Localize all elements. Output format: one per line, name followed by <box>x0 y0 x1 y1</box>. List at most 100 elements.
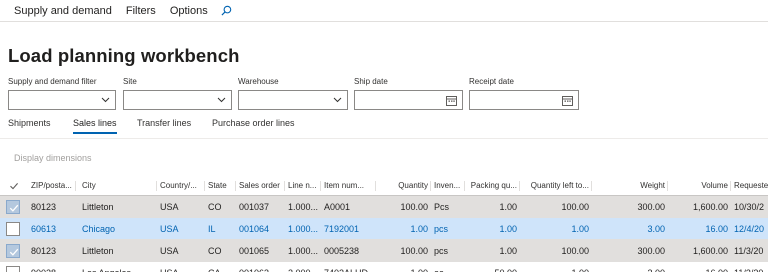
row-checkbox[interactable] <box>6 266 20 272</box>
tab-label: Transfer lines <box>137 118 192 128</box>
cell-inven: ea <box>431 262 465 272</box>
sales-lines-grid: ZIP/posta... City Country/... State Sales or… <box>0 176 768 272</box>
cell-quantity: 100.00 <box>400 202 428 212</box>
filter-label: Receipt date <box>469 77 514 86</box>
cell-quantity-left-to: 100.00 <box>561 246 589 256</box>
select-all-checkmark-icon[interactable] <box>0 176 28 196</box>
filter-label: Supply and demand filter <box>8 77 97 86</box>
cell-city: Los Angeles <box>79 262 157 272</box>
calendar-icon[interactable] <box>562 95 573 106</box>
cell-quantity-left-to: 100.00 <box>561 202 589 212</box>
row-checkbox[interactable] <box>6 222 20 236</box>
tab-transfer-lines[interactable]: Transfer lines <box>137 118 191 128</box>
menu-options[interactable]: Options <box>170 5 208 17</box>
calendar-icon[interactable] <box>446 95 457 106</box>
cell-weight: 300.00 <box>637 246 665 256</box>
warehouse-dropdown[interactable] <box>238 90 348 110</box>
display-dimensions-button[interactable]: Display dimensions <box>14 153 92 163</box>
cell-quantity-left-to: 1.00 <box>571 224 589 234</box>
table-row[interactable]: 80123 Littleton USA CO 001065 1.000... 0005238… <box>0 240 768 262</box>
cell-volume: 16.00 <box>668 262 731 272</box>
cell-volume: 16.00 <box>705 224 728 234</box>
cell-weight: 3.00 <box>647 224 665 234</box>
tab-shipments[interactable]: Shipments <box>8 118 51 128</box>
column-header-14[interactable]: Requeste <box>731 176 768 196</box>
column-header-12[interactable]: Weight <box>592 176 668 196</box>
column-header-label: Quantity left to... <box>530 181 589 190</box>
column-header-label: Weight <box>640 181 665 190</box>
column-header-5[interactable]: Sales order <box>236 176 285 196</box>
cell-packing-qu: 1.00 <box>499 224 517 234</box>
cell-sales-order: 001064 <box>239 224 270 234</box>
menu-filters[interactable]: Filters <box>126 5 156 17</box>
filter-supply-and-demand: Supply and demand filter <box>8 76 116 110</box>
cell-country: USA <box>157 262 205 272</box>
checkmark-icon <box>9 248 19 256</box>
cell-sales-order: 001063 <box>236 262 285 272</box>
tab-label: Purchase order lines <box>212 118 295 128</box>
column-header-10[interactable]: Packing qu... <box>465 176 520 196</box>
filter-warehouse: Warehouse <box>238 76 348 110</box>
tab-label: Shipments <box>8 118 51 128</box>
cell-line-n: 1.000... <box>288 224 319 234</box>
column-header-11[interactable]: Quantity left to... <box>520 176 592 196</box>
tab-label: Sales lines <box>73 118 117 128</box>
cell-sales-order: 001037 <box>239 202 270 212</box>
cell-inven: pcs <box>434 224 449 234</box>
column-header-3[interactable]: Country/... <box>157 176 205 196</box>
table-row[interactable]: 80123 Littleton USA CO 001037 1.000... A0001 10… <box>0 196 768 218</box>
cell-city: Littleton <box>82 246 114 256</box>
row-checkbox[interactable] <box>6 244 20 258</box>
grid-header-row: ZIP/posta... City Country/... State Sales or… <box>0 176 768 196</box>
chevron-down-icon <box>101 97 110 103</box>
cell-inven: pcs <box>434 246 449 256</box>
cell-country: USA <box>160 224 179 234</box>
column-header-7[interactable]: Item num... <box>321 176 376 196</box>
cell-weight: 3.00 <box>592 262 668 272</box>
column-header-label: Requeste <box>734 181 768 190</box>
column-header-4[interactable]: State <box>205 176 236 196</box>
column-header-label: Volume <box>701 181 728 190</box>
row-checkbox[interactable] <box>6 200 20 214</box>
column-header-label: Item num... <box>324 181 365 190</box>
cell-state: CO <box>208 202 222 212</box>
column-header-label: ZIP/posta... <box>31 181 72 190</box>
column-header-2[interactable]: City <box>79 176 157 196</box>
cell-packing-qu: 1.00 <box>499 246 517 256</box>
cell-quantity: 1.00 <box>410 224 428 234</box>
search-icon[interactable] <box>220 4 234 18</box>
table-row[interactable]: 60613 Chicago USA IL 001064 1.000... 7192001 1.… <box>0 218 768 240</box>
row-select-cell <box>0 240 28 262</box>
column-header-label: Inven... <box>434 181 461 190</box>
filter-label: Warehouse <box>238 77 279 86</box>
filter-ship-date: Ship date <box>354 76 463 110</box>
menu-supply-and-demand[interactable]: Supply and demand <box>14 5 112 17</box>
column-header-8[interactable]: Quantity <box>376 176 431 196</box>
column-header-label: Sales order <box>239 181 280 190</box>
table-row[interactable]: 90028Los AngelesUSACA0010632.000...7402A… <box>0 262 768 272</box>
cell-zip-posta: 90028 <box>28 262 76 272</box>
row-select-cell <box>0 262 28 272</box>
column-header-13[interactable]: Volume <box>668 176 731 196</box>
active-tab-indicator <box>73 132 117 134</box>
column-header-1[interactable]: ZIP/posta... <box>28 176 76 196</box>
site-dropdown[interactable] <box>123 90 232 110</box>
tab-purchase-order-lines[interactable]: Purchase order lines <box>212 118 295 128</box>
tab-sales-lines[interactable]: Sales lines <box>73 118 117 134</box>
row-select-cell <box>0 196 28 218</box>
chevron-down-icon <box>217 97 226 103</box>
cell-line-n: 2.000... <box>285 262 321 272</box>
supply-and-demand-filter-dropdown[interactable] <box>8 90 116 110</box>
column-resize-handle[interactable] <box>75 181 76 191</box>
filter-receipt-date: Receipt date <box>469 76 579 110</box>
column-header-label: State <box>208 181 227 190</box>
ship-date-input[interactable] <box>354 90 463 110</box>
column-header-9[interactable]: Inven... <box>431 176 465 196</box>
column-header-6[interactable]: Line n... <box>285 176 321 196</box>
cell-zip-posta: 80123 <box>31 202 57 212</box>
filter-label: Ship date <box>354 77 388 86</box>
cell-state: IL <box>208 224 216 234</box>
action-pane: Supply and demand Filters Options <box>0 0 768 22</box>
filter-site: Site <box>123 76 232 110</box>
receipt-date-input[interactable] <box>469 90 579 110</box>
